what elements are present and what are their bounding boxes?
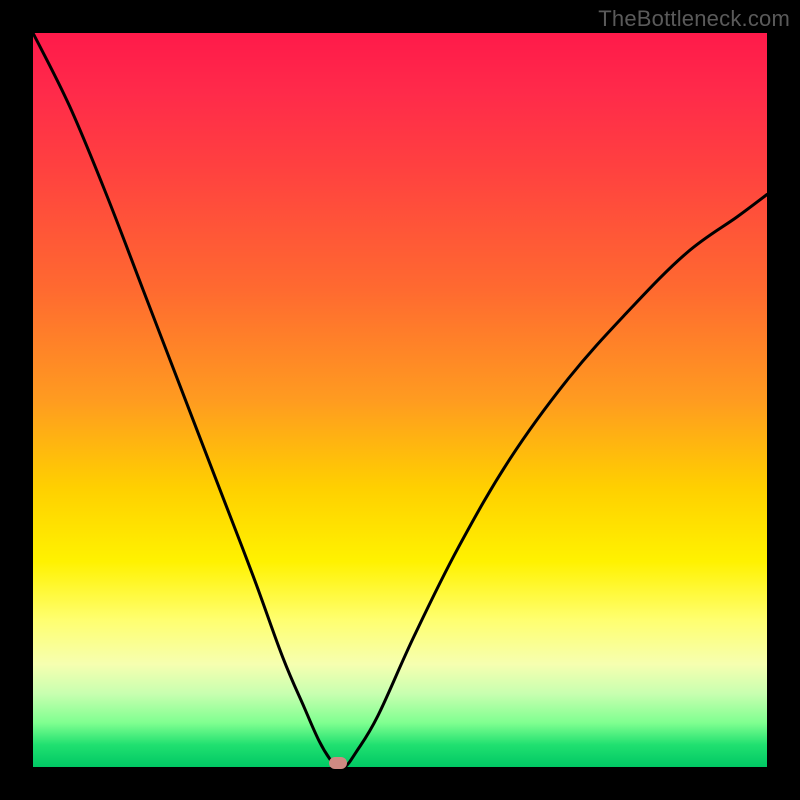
curve-path: [33, 33, 767, 769]
chart-frame: TheBottleneck.com: [0, 0, 800, 800]
plot-area: [33, 33, 767, 767]
watermark-text: TheBottleneck.com: [598, 6, 790, 32]
bottleneck-curve: [33, 33, 767, 767]
optimal-point-marker: [329, 757, 347, 769]
